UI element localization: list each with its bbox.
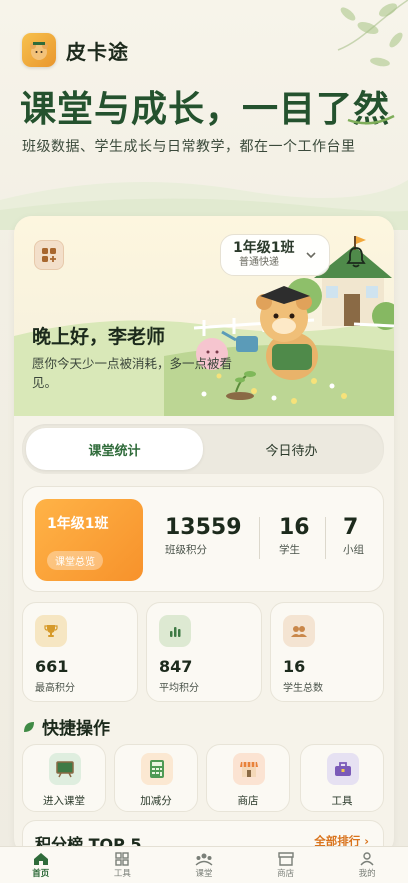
stats-segmented-control: 课堂统计 今日待办 [22,424,384,474]
home-icon [33,852,48,865]
stat-students: 16 学生 [279,515,310,557]
quick-enter-class[interactable]: 进入课堂 [22,744,106,812]
tab-tools[interactable]: 工具 [82,847,164,883]
stat-groups: 7 小组 [343,515,364,557]
stat-value: 7 [343,515,359,540]
metric-label: 最高积分 [35,683,75,694]
tab-label: 课堂 [195,868,213,879]
class-stats-card: 1年级1班 课堂总览 13559 班级积分 16 学生 7 小组 [22,486,384,592]
metric-value: 661 [35,657,69,676]
greeting: 晚上好，李老师 [32,326,166,348]
divider [259,517,260,559]
bear-mascot-icon [30,42,48,60]
tab-label: 工具 [113,868,131,879]
metric-average-score: 847 平均积分 [146,602,262,702]
metric-label: 学生总数 [283,683,323,694]
brand-logo [22,33,56,67]
tab-label: 我的 [358,868,376,879]
quick-tools[interactable]: 工具 [300,744,384,812]
class-chip-name: 1年级1班 [47,516,109,532]
quick-actions-title: 快捷操作 [42,719,110,739]
tab-home[interactable]: 首页 [0,847,82,883]
stat-label: 班级积分 [165,544,207,556]
quick-action-label: 商店 [237,795,259,807]
quick-add-subtract-points[interactable]: 加减分 [114,744,198,812]
class-selector[interactable]: 1年级1班 普通快递 [220,234,330,276]
calculator-icon [141,753,173,785]
tab-label: 首页 [32,868,50,879]
stat-label: 小组 [343,544,364,556]
tab-shop[interactable]: 商店 [245,847,327,883]
brand: 皮卡途 [22,33,129,67]
hero-title: 课堂与成长，一目了然 [20,89,391,130]
bottom-tab-bar: 首页 工具 课堂 商店 我的 [0,846,408,883]
shop-icon [277,851,294,866]
stat-value: 13559 [165,515,242,540]
stat-value: 16 [279,515,310,540]
toolbox-icon [327,753,359,785]
quick-actions-header: 快捷操作 [22,714,110,739]
greeting-subtitle: 愿你今天少一点被消耗，多一点被看见。 [32,356,233,390]
tab-classroom[interactable]: 课堂 [163,847,245,883]
apps-menu-button[interactable] [34,240,64,270]
trophy-icon [35,615,67,647]
metric-value: 16 [283,657,306,676]
class-chip[interactable]: 1年级1班 课堂总览 [35,499,143,581]
blackboard-icon [49,753,81,785]
stat-class-points: 13559 班级积分 [165,515,242,557]
class-selector-sub: 普通快递 [239,257,279,268]
underline-swoosh [347,114,395,125]
metric-value: 847 [159,657,193,676]
bar-chart-icon [159,615,191,647]
tab-class-stats[interactable]: 课堂统计 [26,428,203,470]
grid-icon [115,851,130,866]
quick-store[interactable]: 商店 [206,744,290,812]
metric-total-students: 16 学生总数 [270,602,384,702]
chevron-down-icon [306,252,316,259]
tab-today-todo[interactable]: 今日待办 [203,428,380,470]
users-icon [283,615,315,647]
stat-label: 学生 [279,544,300,556]
tab-label: 商店 [277,868,295,879]
class-overview-button[interactable]: 课堂总览 [47,551,103,570]
metric-label: 平均积分 [159,683,199,694]
class-selector-name: 1年级1班 [233,240,295,256]
apps-grid-icon [42,248,56,262]
quick-action-label: 工具 [331,795,353,807]
quick-action-label: 进入课堂 [43,795,85,807]
dashboard-card: 1年级1班 普通快递 晚上好，李老师 愿你今天少一点被消耗，多一点被看见。 课堂… [14,216,394,856]
metric-top-score: 661 最高积分 [22,602,138,702]
divider [325,517,326,559]
notification-bell-icon[interactable] [346,246,366,268]
quick-action-label: 加减分 [140,795,172,807]
store-icon [233,753,265,785]
tab-me[interactable]: 我的 [326,847,408,883]
classroom-icon [195,853,213,866]
brand-name: 皮卡途 [66,39,129,64]
user-icon [360,851,374,865]
leaf-icon [24,721,34,732]
